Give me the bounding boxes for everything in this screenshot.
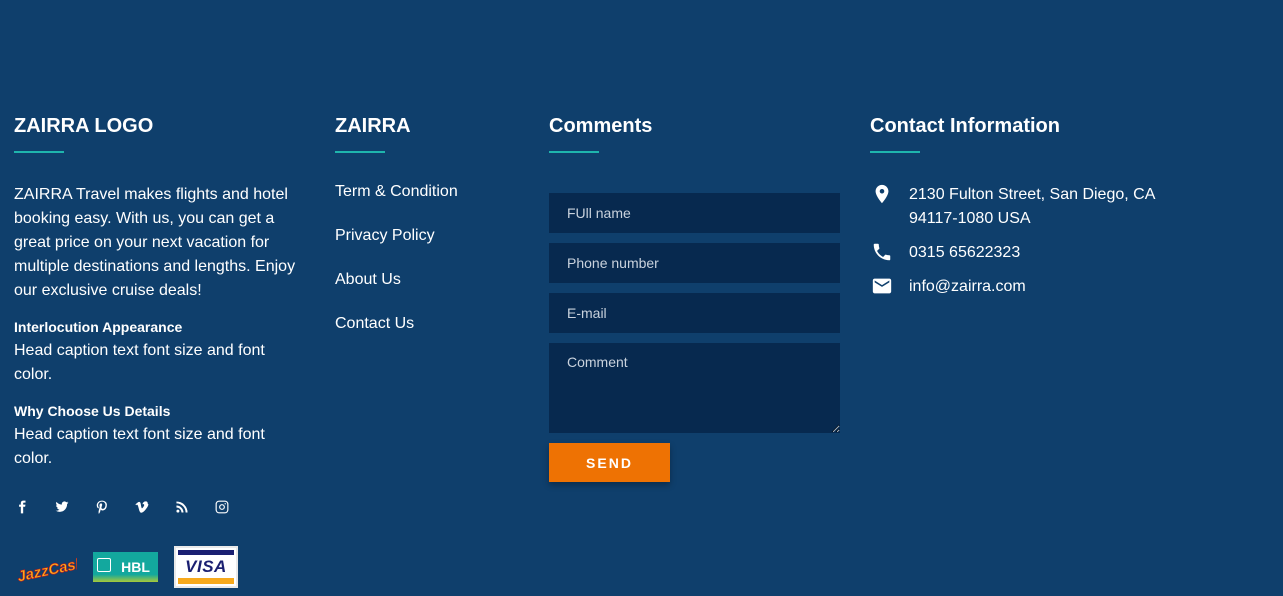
comments-heading: Comments [549,115,653,137]
address-line-2: 94117-1080 USA [909,210,1031,227]
contact-list: 2130 Fulton Street, San Diego, CA 94117-… [870,183,1190,299]
visa-stripe-bottom [178,578,234,584]
vimeo-icon[interactable] [134,499,150,515]
pinterest-icon[interactable] [94,499,110,515]
heading-underline [335,151,385,153]
address-line-1: 2130 Fulton Street, San Diego, CA [909,186,1156,203]
payment-methods: JazzCash HBL VISA [14,546,304,588]
section-text: Head caption text font size and font col… [14,426,265,467]
contact-us-link[interactable]: Contact Us [335,315,414,332]
heading-underline [870,151,920,153]
facebook-icon[interactable] [14,499,30,515]
list-item: Contact Us [335,315,535,359]
twitter-icon[interactable] [54,499,70,515]
interlocution-section: Interlocution Appearance Head caption te… [14,318,304,387]
envelope-icon [870,275,894,299]
visa-stripe-top [178,550,234,555]
section-text: Head caption text font size and font col… [14,342,265,383]
phone-row: 0315 65622323 [870,241,1190,265]
heading-underline [14,151,64,153]
email-link[interactable]: info@zairra.com [909,275,1026,299]
instagram-icon[interactable] [214,499,230,515]
phone-link[interactable]: 0315 65622323 [909,241,1020,265]
comment-textarea[interactable] [549,343,840,433]
email-input[interactable] [549,293,840,333]
why-choose-us-section: Why Choose Us Details Head caption text … [14,402,304,471]
section-title: Interlocution Appearance [14,319,183,335]
visa-lettering: VISA [185,556,227,576]
hbl-lettering: HBL [121,559,150,575]
links-column: ZAIRRA Term & Condition Privacy Policy A… [335,115,535,359]
logo-column: ZAIRRA LOGO ZAIRRA Travel makes flights … [14,115,304,588]
about-text: ZAIRRA Travel makes flights and hotel bo… [14,186,296,299]
comment-form: SEND [549,193,840,482]
send-button[interactable]: SEND [549,443,670,482]
social-links [14,498,304,516]
address-text: 2130 Fulton Street, San Diego, CA 94117-… [909,183,1155,231]
phone-number-input[interactable] [549,243,840,283]
contact-heading: Contact Information [870,115,1060,137]
jazzcash-lettering: JazzCash [16,555,77,582]
footer-links: Term & Condition Privacy Policy About Us… [335,183,535,359]
hbl-emblem-icon [97,558,111,572]
list-item: Term & Condition [335,183,535,227]
email-row: info@zairra.com [870,275,1190,299]
visa-logo: VISA [174,546,238,588]
privacy-policy-link[interactable]: Privacy Policy [335,227,435,244]
heading-underline [549,151,599,153]
logo-heading: ZAIRRA LOGO [14,115,154,137]
section-title: Why Choose Us Details [14,403,171,419]
full-name-input[interactable] [549,193,840,233]
list-item: About Us [335,271,535,315]
location-pin-icon [870,183,894,207]
hbl-logo: HBL [93,552,158,582]
phone-icon [870,241,894,265]
comments-column: Comments SEND [549,115,840,482]
links-heading: ZAIRRA [335,115,411,137]
about-us-link[interactable]: About Us [335,271,401,288]
contact-column: Contact Information 2130 Fulton Street, … [870,115,1190,309]
jazzcash-logo: JazzCash [14,552,77,582]
address-row: 2130 Fulton Street, San Diego, CA 94117-… [870,183,1190,231]
list-item: Privacy Policy [335,227,535,271]
rss-icon[interactable] [174,499,190,515]
terms-link[interactable]: Term & Condition [335,183,458,200]
